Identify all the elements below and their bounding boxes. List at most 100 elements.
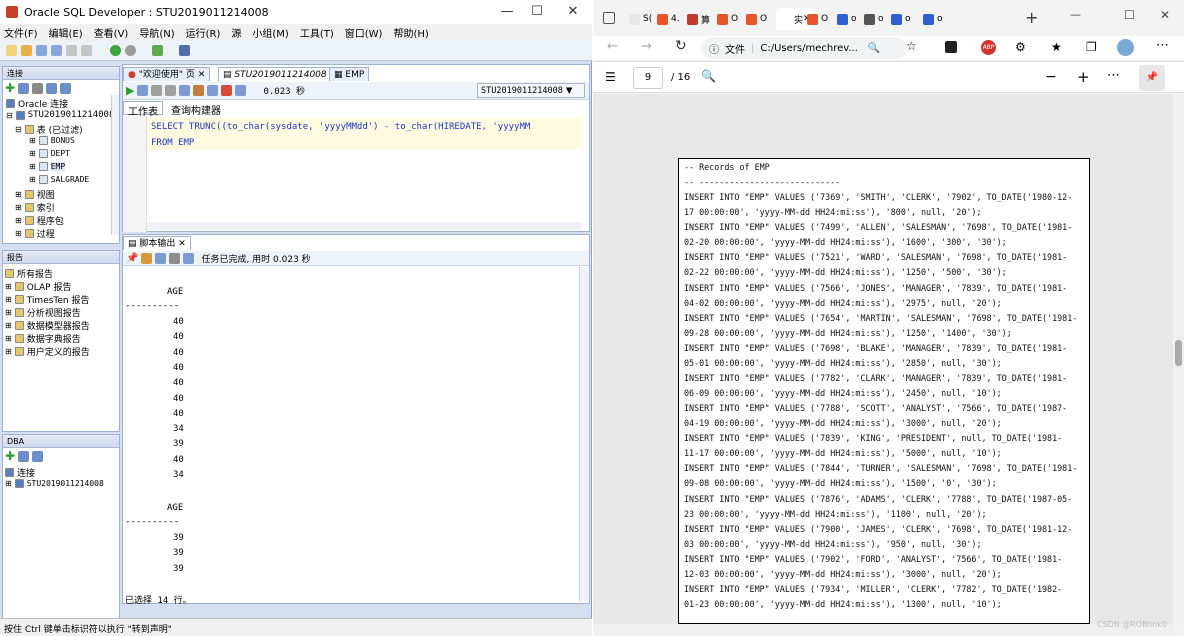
close-tab-icon[interactable]: ✕ bbox=[198, 70, 206, 80]
close-icon[interactable]: ✕ bbox=[1160, 8, 1170, 22]
redo-icon[interactable] bbox=[81, 45, 92, 56]
rollback-icon[interactable] bbox=[165, 85, 177, 96]
dba-connections-root[interactable]: 连接 bbox=[5, 466, 35, 479]
page-number-input[interactable]: 9 bbox=[633, 67, 663, 89]
search-icon[interactable]: 🔍 bbox=[701, 69, 716, 83]
report-olap[interactable]: ⊞ OLAP 报告 bbox=[5, 280, 71, 293]
schema-icon[interactable] bbox=[46, 82, 58, 94]
minimize-icon[interactable]: — bbox=[490, 0, 524, 24]
pin-icon[interactable]: 📌 bbox=[126, 253, 138, 264]
add-connection-icon[interactable]: ✚ bbox=[5, 81, 15, 95]
connection-select[interactable]: STU2019011214008 ▼ bbox=[477, 83, 585, 98]
menu-edit[interactable]: 编辑(E) bbox=[49, 25, 83, 40]
tree-tables-filtered[interactable]: ⊟ 表 (已过滤) bbox=[15, 123, 83, 136]
zoom-out-icon[interactable]: − bbox=[1045, 69, 1057, 85]
open-output-icon[interactable] bbox=[183, 252, 195, 264]
save-output-icon[interactable] bbox=[155, 252, 167, 264]
run-script-icon[interactable] bbox=[137, 85, 149, 96]
menu-team[interactable]: 小组(M) bbox=[252, 25, 288, 40]
dba-connection[interactable]: ⊞ STU2019011214008 bbox=[5, 479, 104, 488]
more-tools-icon[interactable]: ⋯ bbox=[1107, 68, 1120, 83]
pdf-v-scrollbar[interactable] bbox=[1173, 94, 1184, 624]
expand-icon[interactable]: ⊞ bbox=[5, 282, 12, 291]
back-icon[interactable] bbox=[110, 45, 121, 56]
expand-icon[interactable]: ⊞ bbox=[5, 347, 12, 356]
menu-tools[interactable]: 工具(T) bbox=[300, 25, 334, 40]
expand-icon[interactable]: ⊞ bbox=[29, 175, 36, 184]
browser-tab[interactable]: o bbox=[837, 8, 857, 30]
autotrace-icon[interactable] bbox=[193, 85, 205, 96]
refresh-icon[interactable] bbox=[18, 450, 30, 462]
extensions-icon[interactable]: ⚙ bbox=[1015, 40, 1026, 54]
history-icon[interactable] bbox=[235, 85, 247, 96]
menu-navigate[interactable]: 导航(N) bbox=[139, 25, 174, 40]
menu-window[interactable]: 窗口(W) bbox=[345, 25, 383, 40]
contents-icon[interactable]: ☰ bbox=[605, 70, 616, 84]
browser-tab[interactable]: O bbox=[717, 8, 738, 30]
editor-h-scrollbar[interactable] bbox=[147, 222, 581, 230]
expand-icon[interactable]: ⊞ bbox=[29, 162, 36, 171]
new-tab-icon[interactable]: + bbox=[1025, 8, 1038, 27]
expand-icon[interactable]: ⊞ bbox=[29, 136, 36, 145]
filter-icon[interactable] bbox=[32, 82, 44, 94]
close-tab-icon[interactable]: ✕ bbox=[178, 239, 186, 249]
pin-toolbar-button[interactable]: 📌 bbox=[1139, 65, 1165, 91]
info-icon[interactable]: ⓘ bbox=[709, 41, 719, 56]
expand-icon[interactable]: ⊞ bbox=[5, 295, 12, 304]
expand-icon[interactable]: ⊞ bbox=[15, 216, 22, 225]
commit-icon[interactable] bbox=[151, 85, 163, 96]
import-icon[interactable] bbox=[60, 82, 72, 94]
browser-tab[interactable]: O bbox=[807, 8, 828, 30]
scroll-thumb[interactable] bbox=[1175, 340, 1182, 366]
expand-icon[interactable]: ⊞ bbox=[5, 308, 12, 317]
close-icon[interactable]: ✕ bbox=[556, 0, 590, 24]
save-all-icon[interactable] bbox=[51, 45, 62, 56]
pdf-h-scrollbar[interactable] bbox=[593, 624, 1173, 636]
browser-tab[interactable]: 算 bbox=[687, 8, 710, 30]
browser-tab[interactable]: o bbox=[891, 8, 911, 30]
browser-tab[interactable]: o bbox=[923, 8, 943, 30]
favorite-icon[interactable]: ☆ bbox=[906, 39, 917, 53]
extension-icon[interactable] bbox=[945, 41, 957, 53]
forward-icon[interactable] bbox=[125, 45, 136, 56]
expand-icon[interactable]: ⊞ bbox=[15, 229, 22, 238]
tree-connection[interactable]: ⊟ STU2019011214008 bbox=[6, 110, 114, 120]
migration-icon[interactable] bbox=[152, 45, 163, 56]
tab-worksheet[interactable]: ▤ STU2019011214008 ✕ bbox=[218, 67, 343, 81]
tree-table-dept[interactable]: ⊞ DEPT bbox=[29, 149, 70, 158]
more-icon[interactable]: ⋯ bbox=[1156, 38, 1169, 53]
report-analytic-views[interactable]: ⊞ 分析视图报告 bbox=[5, 306, 81, 319]
menu-view[interactable]: 查看(V) bbox=[94, 25, 129, 40]
menu-source[interactable]: 源 bbox=[231, 25, 241, 40]
eraser-icon[interactable] bbox=[141, 252, 153, 264]
output-v-scrollbar[interactable] bbox=[579, 267, 588, 601]
avatar[interactable] bbox=[1117, 39, 1134, 56]
browser-tab[interactable]: o bbox=[864, 8, 884, 30]
report-all[interactable]: 所有报告 bbox=[5, 267, 53, 280]
tree-packages[interactable]: ⊞ 程序包 bbox=[15, 214, 64, 227]
browser-tab[interactable]: 4. bbox=[657, 8, 680, 30]
save-icon[interactable] bbox=[36, 45, 47, 56]
remove-icon[interactable] bbox=[32, 450, 44, 462]
menu-help[interactable]: 帮助(H) bbox=[393, 25, 428, 40]
refresh-icon[interactable] bbox=[18, 82, 30, 94]
report-user-defined[interactable]: ⊞ 用户定义的报告 bbox=[5, 345, 90, 358]
tab-emp[interactable]: ▦ EMP bbox=[329, 67, 370, 81]
collapse-icon[interactable]: ⊟ bbox=[6, 111, 13, 120]
adblock-icon[interactable]: ABP bbox=[981, 40, 996, 55]
minimize-icon[interactable]: — bbox=[1070, 8, 1081, 21]
expand-icon[interactable]: ⊞ bbox=[15, 203, 22, 212]
browser-tab[interactable]: O bbox=[746, 8, 767, 30]
collapse-icon[interactable]: ⊟ bbox=[15, 125, 22, 134]
collections-icon[interactable]: ❐ bbox=[1086, 40, 1097, 54]
tree-scrollbar[interactable] bbox=[111, 95, 119, 235]
report-data-modeler[interactable]: ⊞ 数据模型器报告 bbox=[5, 319, 90, 332]
expand-icon[interactable]: ⊞ bbox=[5, 334, 12, 343]
subtab-worksheet[interactable]: 工作表 bbox=[123, 101, 163, 118]
add-dba-connection-icon[interactable]: ✚ bbox=[5, 449, 15, 463]
tree-procedures[interactable]: ⊞ 过程 bbox=[15, 227, 55, 240]
favorites-icon[interactable]: ★ bbox=[1051, 40, 1062, 54]
forward-icon[interactable]: → bbox=[641, 39, 652, 54]
expand-icon[interactable]: ⊞ bbox=[15, 190, 22, 199]
zoom-icon[interactable]: 🔍 bbox=[868, 43, 880, 54]
